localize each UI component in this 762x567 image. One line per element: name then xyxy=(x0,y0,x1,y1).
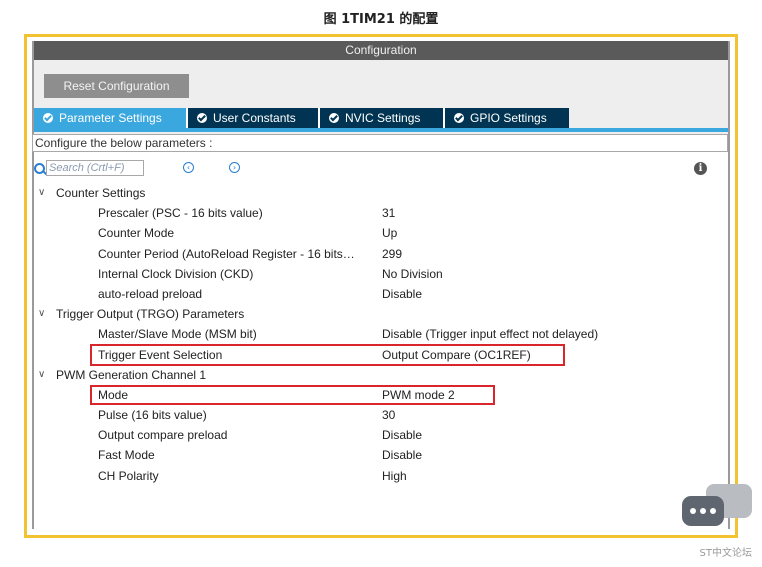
parameter-name: Fast Mode xyxy=(98,448,155,463)
parameter-row[interactable]: Internal Clock Division (CKD) No Divisio… xyxy=(34,264,728,284)
parameter-value: Up xyxy=(382,226,398,241)
tab-user-constants[interactable]: User Constants xyxy=(188,108,320,128)
window-title: Configuration xyxy=(34,41,728,60)
tab-bar: Parameter Settings User Constants NVIC S… xyxy=(34,108,569,128)
search-row: Search (Crtl+F) ‹ › i xyxy=(34,159,728,179)
tab-label: User Constants xyxy=(213,111,296,125)
parameter-tree: ∨ Counter Settings Prescaler (PSC - 16 b… xyxy=(34,183,728,486)
next-match-icon[interactable]: › xyxy=(229,162,240,173)
parameter-value: Disable xyxy=(382,448,423,463)
tab-label: GPIO Settings xyxy=(470,111,547,125)
chevron-down-icon: ∨ xyxy=(38,187,46,198)
check-circle-icon xyxy=(43,113,53,123)
search-input[interactable]: Search (Crtl+F) xyxy=(46,160,144,176)
group-trigger-output[interactable]: ∨ Trigger Output (TRGO) Parameters xyxy=(34,304,728,324)
reset-configuration-button[interactable]: Reset Configuration xyxy=(44,74,189,98)
parameter-name: Internal Clock Division (CKD) xyxy=(98,266,254,281)
parameter-row[interactable]: Fast Mode Disable xyxy=(34,445,728,465)
parameter-name: Output compare preload xyxy=(98,428,228,443)
parameter-value: Disable (Trigger input effect not delaye… xyxy=(382,327,599,342)
parameter-value: 299 xyxy=(382,246,403,261)
parameter-row[interactable]: Counter Period (AutoReload Register - 16… xyxy=(34,244,728,264)
parameter-name: Counter Period (AutoReload Register - 16… xyxy=(98,246,355,261)
parameter-value: High xyxy=(382,468,407,483)
chevron-down-icon: ∨ xyxy=(38,308,46,320)
parameter-value: 31 xyxy=(382,206,396,221)
check-circle-icon xyxy=(329,113,339,123)
chat-bubble-icon[interactable] xyxy=(682,484,752,530)
parameter-row[interactable]: Counter Mode Up xyxy=(34,223,728,243)
parameter-row[interactable]: Master/Slave Mode (MSM bit) Disable (Tri… xyxy=(34,324,728,344)
highlight-mode xyxy=(90,385,495,405)
parameter-row[interactable]: CH Polarity High xyxy=(34,466,728,486)
search-icon xyxy=(34,163,45,174)
tab-label: Parameter Settings xyxy=(59,111,162,125)
parameter-value: Disable xyxy=(382,286,423,301)
parameter-name: auto-reload preload xyxy=(98,286,203,301)
group-label: PWM Generation Channel 1 xyxy=(56,367,207,382)
tab-parameter-settings[interactable]: Parameter Settings xyxy=(34,108,188,128)
group-counter-settings[interactable]: ∨ Counter Settings xyxy=(34,183,728,203)
parameter-row[interactable]: Output compare preload Disable xyxy=(34,425,728,445)
watermark: ST中文论坛 xyxy=(699,548,752,559)
tab-underline xyxy=(34,128,728,132)
parameter-row[interactable]: Prescaler (PSC - 16 bits value) 31 xyxy=(34,203,728,223)
figure-caption: 图 1TIM21 的配置 xyxy=(323,12,439,27)
parameter-value: Disable xyxy=(382,428,423,443)
parameter-value: No Division xyxy=(382,266,443,281)
tab-label: NVIC Settings xyxy=(345,111,421,125)
parameter-value: 30 xyxy=(382,408,396,423)
group-label: Counter Settings xyxy=(56,186,146,200)
parameter-row[interactable]: Pulse (16 bits value) 30 xyxy=(34,405,728,425)
check-circle-icon xyxy=(197,113,207,123)
info-icon[interactable]: i xyxy=(694,162,707,175)
tab-gpio-settings[interactable]: GPIO Settings xyxy=(445,108,569,128)
configure-hint: Configure the below parameters : xyxy=(32,134,728,152)
parameter-name: Counter Mode xyxy=(98,226,175,241)
chevron-down-icon: ∨ xyxy=(38,368,46,380)
parameter-name: Prescaler (PSC - 16 bits value) xyxy=(98,206,263,221)
highlight-trigger-event-selection xyxy=(90,344,565,366)
parameter-name: Pulse (16 bits value) xyxy=(98,408,207,423)
check-circle-icon xyxy=(454,113,464,123)
group-label: Trigger Output (TRGO) Parameters xyxy=(56,307,245,322)
configuration-panel: Configuration Reset Configuration Parame… xyxy=(32,41,730,529)
previous-match-icon[interactable]: ‹ xyxy=(183,162,194,173)
group-pwm-channel-1[interactable]: ∨ PWM Generation Channel 1 xyxy=(34,365,728,385)
parameter-row[interactable]: auto-reload preload Disable xyxy=(34,284,728,304)
tab-nvic-settings[interactable]: NVIC Settings xyxy=(320,108,445,128)
parameter-name: CH Polarity xyxy=(98,468,159,483)
parameter-name: Master/Slave Mode (MSM bit) xyxy=(98,327,257,342)
